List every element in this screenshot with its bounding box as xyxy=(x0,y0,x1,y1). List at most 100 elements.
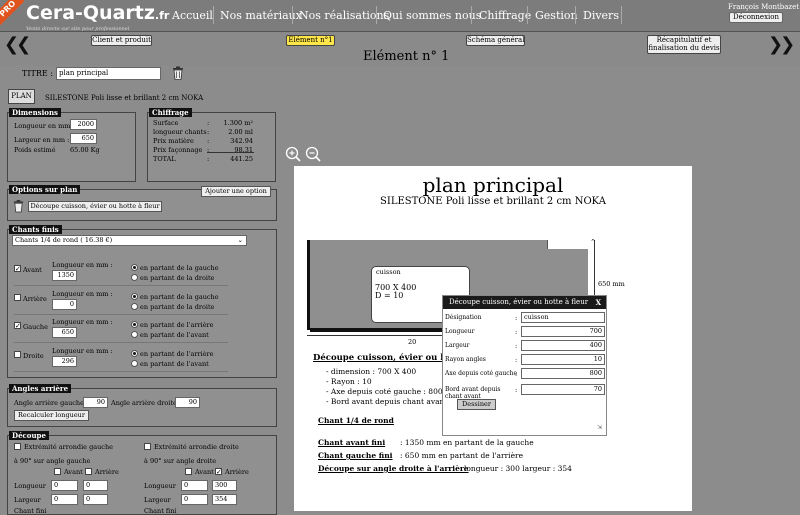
gauche-arriere-checkbox[interactable] xyxy=(85,468,92,475)
resize-handle-icon[interactable]: ⇲ xyxy=(597,424,602,431)
droite-longueur-label: Longueur xyxy=(144,482,176,490)
zoom-in-icon[interactable] xyxy=(285,146,301,162)
chant-radio-option-1[interactable] xyxy=(131,264,138,271)
panel-field-input[interactable]: 70 xyxy=(521,384,605,395)
droite-avant-checkbox[interactable] xyxy=(185,468,192,475)
logo[interactable]: Cera-Quartz.fr Vente directe sur site po… xyxy=(26,3,169,32)
titre-input[interactable]: plan principal xyxy=(56,67,161,80)
droite-arriere-checkbox[interactable]: ✓ xyxy=(215,468,222,476)
chant-gauche-checkbox[interactable]: ✓ xyxy=(14,322,21,330)
chant-longueur-input[interactable]: 296 xyxy=(52,356,77,367)
schema-general-button[interactable]: Schéma général xyxy=(466,35,525,46)
panel-field-input[interactable]: 700 xyxy=(521,326,605,337)
chant-radio-option-2[interactable] xyxy=(131,360,138,367)
chant-name-label: Droite xyxy=(23,352,44,360)
nav-divers[interactable]: Divers xyxy=(583,9,619,22)
droite-longueur-input-2[interactable]: 300 xyxy=(212,480,237,491)
row-divider xyxy=(14,371,228,372)
extr-gauche-checkbox[interactable] xyxy=(14,443,21,450)
chant-avant-line xyxy=(310,328,450,332)
client-produit-button[interactable]: Client et produit xyxy=(91,35,152,46)
chant-radio-option-2[interactable] xyxy=(131,303,138,310)
chant-type-title: Chant 1/4 de rond xyxy=(318,416,394,425)
options-legend: Options sur plan xyxy=(9,185,81,194)
chiffrage-row-label: Prix façonnage xyxy=(153,146,203,154)
gauche-longueur-input-1[interactable]: 0 xyxy=(51,480,78,491)
trash-icon[interactable] xyxy=(13,199,24,213)
canvas-subtitle: SILESTONE Poli lisse et brillant 2 cm NO… xyxy=(380,196,606,207)
droite-largeur-input-1[interactable]: 0 xyxy=(181,494,208,505)
angles-legend: Angles arrière xyxy=(9,384,72,393)
chant-droite-checkbox[interactable] xyxy=(14,351,21,358)
chants-select[interactable]: Chants 1/4 de rond ( 16.38 €) ⌄ xyxy=(12,235,247,246)
decoupe-edit-panel[interactable]: Découpe cuisson, évier ou hotte à fleur X… xyxy=(442,295,607,436)
chant-gauche-text: : 650 mm en partant de l'arrière xyxy=(400,451,524,460)
chant-arrière-checkbox[interactable] xyxy=(14,294,21,301)
recalculer-button[interactable]: Recalculer longueur xyxy=(14,410,89,421)
close-icon[interactable]: X xyxy=(596,296,601,309)
recapitulatif-button[interactable]: Récapitulatif et finalisation du devis xyxy=(647,35,721,54)
trash-icon[interactable] xyxy=(172,66,184,80)
chant-longueur-label: Longueur en mm : xyxy=(52,318,113,326)
page-title: Elément n° 1 xyxy=(363,49,450,64)
chant-radio-option-1[interactable] xyxy=(131,350,138,357)
nav-gestion[interactable]: Gestion xyxy=(535,9,578,22)
next-element-icon[interactable]: ❯❯ xyxy=(768,34,795,55)
chant-radio-label-1: en partant de l'arrière xyxy=(140,321,214,329)
plan-button[interactable]: PLAN xyxy=(8,89,35,104)
panel-field-input[interactable]: cuisson xyxy=(521,312,605,323)
canvas-title: plan principal xyxy=(422,173,564,197)
chant-avant-checkbox[interactable]: ✓ xyxy=(14,265,21,273)
panel-header[interactable]: Découpe cuisson, évier ou hotte à fleur X xyxy=(443,296,606,309)
logout-button[interactable]: Déconnexion xyxy=(729,12,783,23)
chant-radio-option-2[interactable] xyxy=(131,274,138,281)
nav-accueil[interactable]: Accueil xyxy=(172,9,213,22)
dessiner-button[interactable]: Dessiner xyxy=(457,399,496,410)
gauche-avant-checkbox[interactable] xyxy=(54,468,61,475)
longueur-label: Longueur en mm : xyxy=(14,122,75,130)
chant-longueur-input[interactable]: 0 xyxy=(52,299,77,310)
previous-element-icon[interactable]: ❮❮ xyxy=(4,34,31,55)
chiffrage-row-label: TOTAL xyxy=(153,155,176,163)
option-decoupe-button[interactable]: Découpe cuisson, évier ou hotte à fleur xyxy=(28,201,162,212)
panel-field-input[interactable]: 10 xyxy=(521,354,605,365)
chant-radio-option-1[interactable] xyxy=(131,293,138,300)
chiffrage-row-label: longueur chants xyxy=(153,128,207,136)
angle-droite-input[interactable]: 90 xyxy=(175,397,200,408)
chant-longueur-input[interactable]: 1350 xyxy=(52,270,77,281)
gauche-chant-fini-label: Chant fini xyxy=(14,507,47,515)
panel-field-input[interactable]: 800 xyxy=(521,368,605,379)
angle-gauche-input[interactable]: 90 xyxy=(83,397,108,408)
zoom-out-icon[interactable] xyxy=(305,146,321,162)
chant-radio-option-2[interactable] xyxy=(131,331,138,338)
droite-longueur-input-1[interactable]: 0 xyxy=(181,480,208,491)
chiffrage-row-label: Prix matière xyxy=(153,137,194,145)
nav-chiffrage[interactable]: Chiffrage xyxy=(479,9,531,22)
element-1-button[interactable]: Elément n°1 xyxy=(286,35,335,46)
gauche-largeur-input-1[interactable]: 0 xyxy=(51,494,78,505)
chant-longueur-input[interactable]: 650 xyxy=(52,327,77,338)
gauche-longueur-input-2[interactable]: 0 xyxy=(83,480,108,491)
panel-title: Découpe cuisson, évier ou hotte à fleur xyxy=(449,298,589,306)
add-option-button[interactable]: Ajouter une option xyxy=(201,186,271,197)
nav-materiaux[interactable]: Nos matériaux xyxy=(220,9,302,22)
extr-droite-checkbox[interactable] xyxy=(144,443,151,450)
longueur-input[interactable]: 2000 xyxy=(70,119,97,130)
row-divider xyxy=(14,314,228,315)
nav-qui-sommes-nous[interactable]: Qui sommes nous xyxy=(383,9,481,22)
row-divider xyxy=(14,342,228,343)
gauche-arriere-label: Arrière xyxy=(95,468,119,476)
chant-name-label: Arrière xyxy=(23,295,47,303)
largeur-input[interactable]: 650 xyxy=(70,133,97,144)
user-name: François Montbazet xyxy=(728,3,800,11)
chant-radio-option-1[interactable] xyxy=(131,321,138,328)
droite-largeur-input-2[interactable]: 354 xyxy=(212,494,237,505)
chant-gauche-line xyxy=(307,240,310,330)
panel-field-input[interactable]: 400 xyxy=(521,340,605,351)
angle-step-line xyxy=(547,240,548,249)
gauche-largeur-input-2[interactable]: 0 xyxy=(83,494,108,505)
chant-radio-label-1: en partant de la gauche xyxy=(140,293,219,301)
note-line: - Axe depuis coté gauche : 800 xyxy=(326,387,443,396)
nav-divider xyxy=(527,6,528,24)
cutout-radius: D = 10 xyxy=(375,291,404,300)
